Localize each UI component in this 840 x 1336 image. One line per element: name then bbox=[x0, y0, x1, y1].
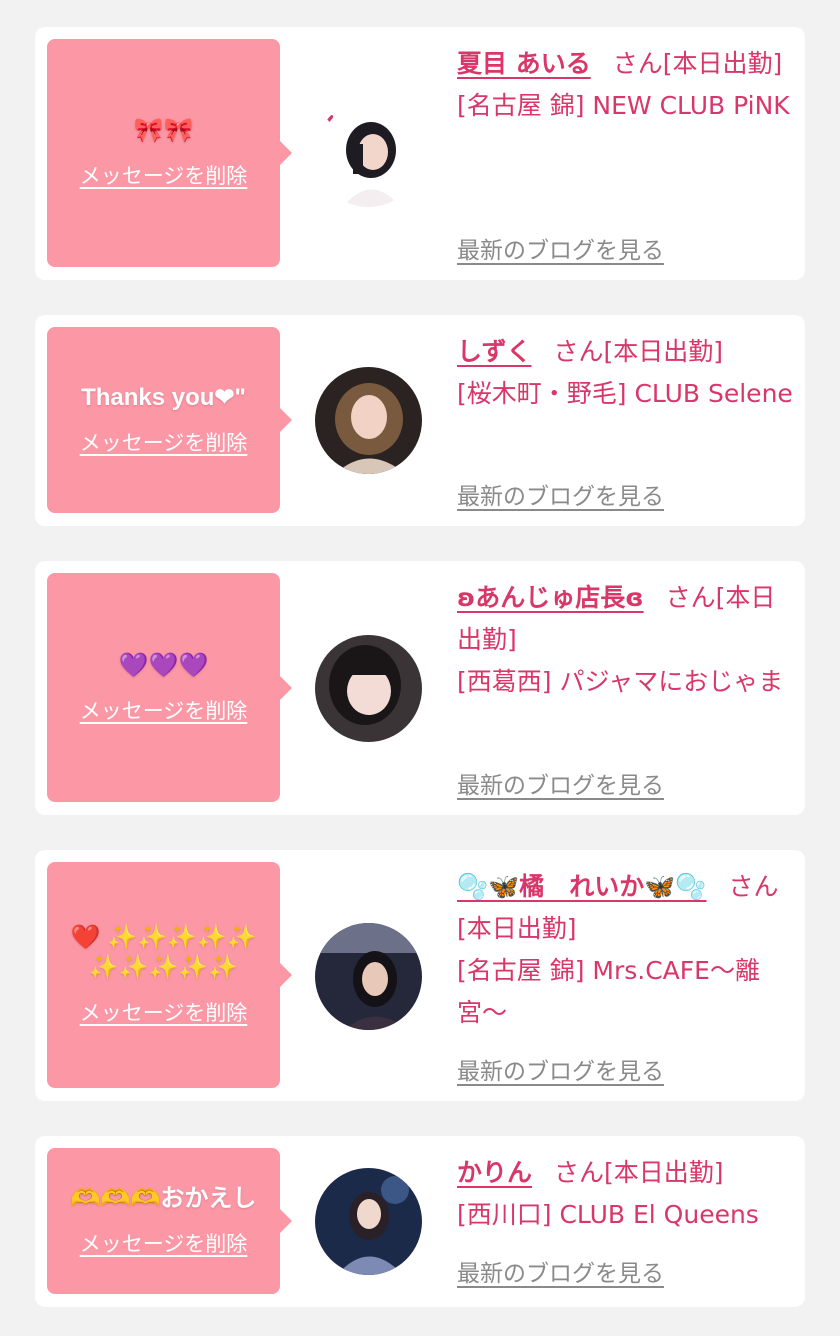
latest-blog-link[interactable]: 最新のブログを見る bbox=[457, 1254, 664, 1288]
avatar[interactable] bbox=[315, 367, 422, 474]
message-card: Thanks you❤" メッセージを削除 しずく さん[本日出勤] [桜木町・野… bbox=[35, 315, 805, 526]
latest-blog-link[interactable]: 最新のブログを見る bbox=[457, 766, 664, 800]
cast-info: 夏目 あいる さん[本日出勤] [名古屋 錦] NEW CLUB PiNK bbox=[457, 43, 797, 127]
delete-message-link[interactable]: メッセージを削除 bbox=[80, 997, 248, 1027]
cast-name-link[interactable]: 夏目 あいる bbox=[457, 49, 591, 78]
delete-message-link[interactable]: メッセージを削除 bbox=[80, 160, 248, 190]
message-text: 💜💜💜 bbox=[118, 651, 209, 679]
message-text: Thanks you❤" bbox=[81, 384, 246, 411]
svg-text:♥: ♥ bbox=[325, 114, 334, 125]
cast-status: さん[本日出勤] bbox=[554, 1158, 724, 1187]
message-bubble: 💜💜💜 メッセージを削除 bbox=[47, 573, 292, 802]
cast-name-link[interactable]: しずく bbox=[457, 337, 532, 366]
latest-blog-link[interactable]: 最新のブログを見る bbox=[457, 1052, 664, 1086]
latest-blog-link[interactable]: 最新のブログを見る bbox=[457, 231, 664, 265]
message-card: 💜💜💜 メッセージを削除 ʚあんじゅ店長ɞ さん[本日出勤] [西葛西] パジャマ… bbox=[35, 561, 805, 815]
store-name: [名古屋 錦] NEW CLUB PiNK bbox=[457, 91, 790, 120]
latest-blog-link[interactable]: 最新のブログを見る bbox=[457, 477, 664, 511]
store-name: [名古屋 錦] Mrs.CAFE〜離宮〜 bbox=[457, 956, 760, 1027]
cast-name-link[interactable]: かりん bbox=[457, 1158, 532, 1187]
avatar[interactable]: ♥ bbox=[315, 100, 422, 207]
store-name: [西川口] CLUB El Queens bbox=[457, 1200, 759, 1229]
message-bubble: 🫶🫶🫶おかえし メッセージを削除 bbox=[47, 1148, 292, 1294]
avatar[interactable] bbox=[315, 923, 422, 1030]
message-card: 🫶🫶🫶おかえし メッセージを削除 かりん さん[本日出勤] [西川口] CLUB … bbox=[35, 1136, 805, 1307]
cast-status: さん[本日出勤] bbox=[612, 49, 783, 78]
cast-info: かりん さん[本日出勤] [西川口] CLUB El Queens bbox=[457, 1152, 797, 1236]
store-name: [桜木町・野毛] CLUB Selene bbox=[457, 379, 793, 408]
message-bubble: ❤️ ✨✨✨✨✨✨✨✨✨✨ メッセージを削除 bbox=[47, 862, 292, 1088]
cast-status: さん[本日出勤] bbox=[553, 337, 724, 366]
message-text: ❤️ ✨✨✨✨✨✨✨✨✨✨ bbox=[70, 924, 257, 981]
cast-info: 🫧🦋橘 れいか🦋🫧 さん[本日出勤] [名古屋 錦] Mrs.CAFE〜離宮〜 bbox=[457, 866, 797, 1034]
message-text: 🎀🎀 bbox=[133, 117, 194, 144]
cast-name-link[interactable]: ʚあんじゅ店長ɞ bbox=[457, 583, 644, 612]
delete-message-link[interactable]: メッセージを削除 bbox=[80, 427, 248, 457]
message-bubble: Thanks you❤" メッセージを削除 bbox=[47, 327, 292, 513]
message-bubble: 🎀🎀 メッセージを削除 bbox=[47, 39, 292, 267]
store-name: [西葛西] パジャマにおじゃま bbox=[457, 667, 784, 696]
message-text: 🫶🫶🫶おかえし bbox=[70, 1185, 257, 1212]
message-card: ❤️ ✨✨✨✨✨✨✨✨✨✨ メッセージを削除 🫧🦋橘 れいか🦋🫧 さん[本日出勤]… bbox=[35, 850, 805, 1101]
avatar[interactable] bbox=[315, 1168, 422, 1275]
cast-info: しずく さん[本日出勤] [桜木町・野毛] CLUB Selene bbox=[457, 331, 797, 415]
delete-message-link[interactable]: メッセージを削除 bbox=[80, 1228, 248, 1258]
cast-info: ʚあんじゅ店長ɞ さん[本日出勤] [西葛西] パジャマにおじゃま bbox=[457, 577, 797, 703]
avatar[interactable] bbox=[315, 635, 422, 742]
cast-name-link[interactable]: 🫧🦋橘 れいか🦋🫧 bbox=[457, 872, 707, 901]
delete-message-link[interactable]: メッセージを削除 bbox=[80, 695, 248, 725]
message-card: 🎀🎀 メッセージを削除 ♥ 夏目 あいる さん[本日出勤] [名古屋 錦] NEW… bbox=[35, 27, 805, 280]
